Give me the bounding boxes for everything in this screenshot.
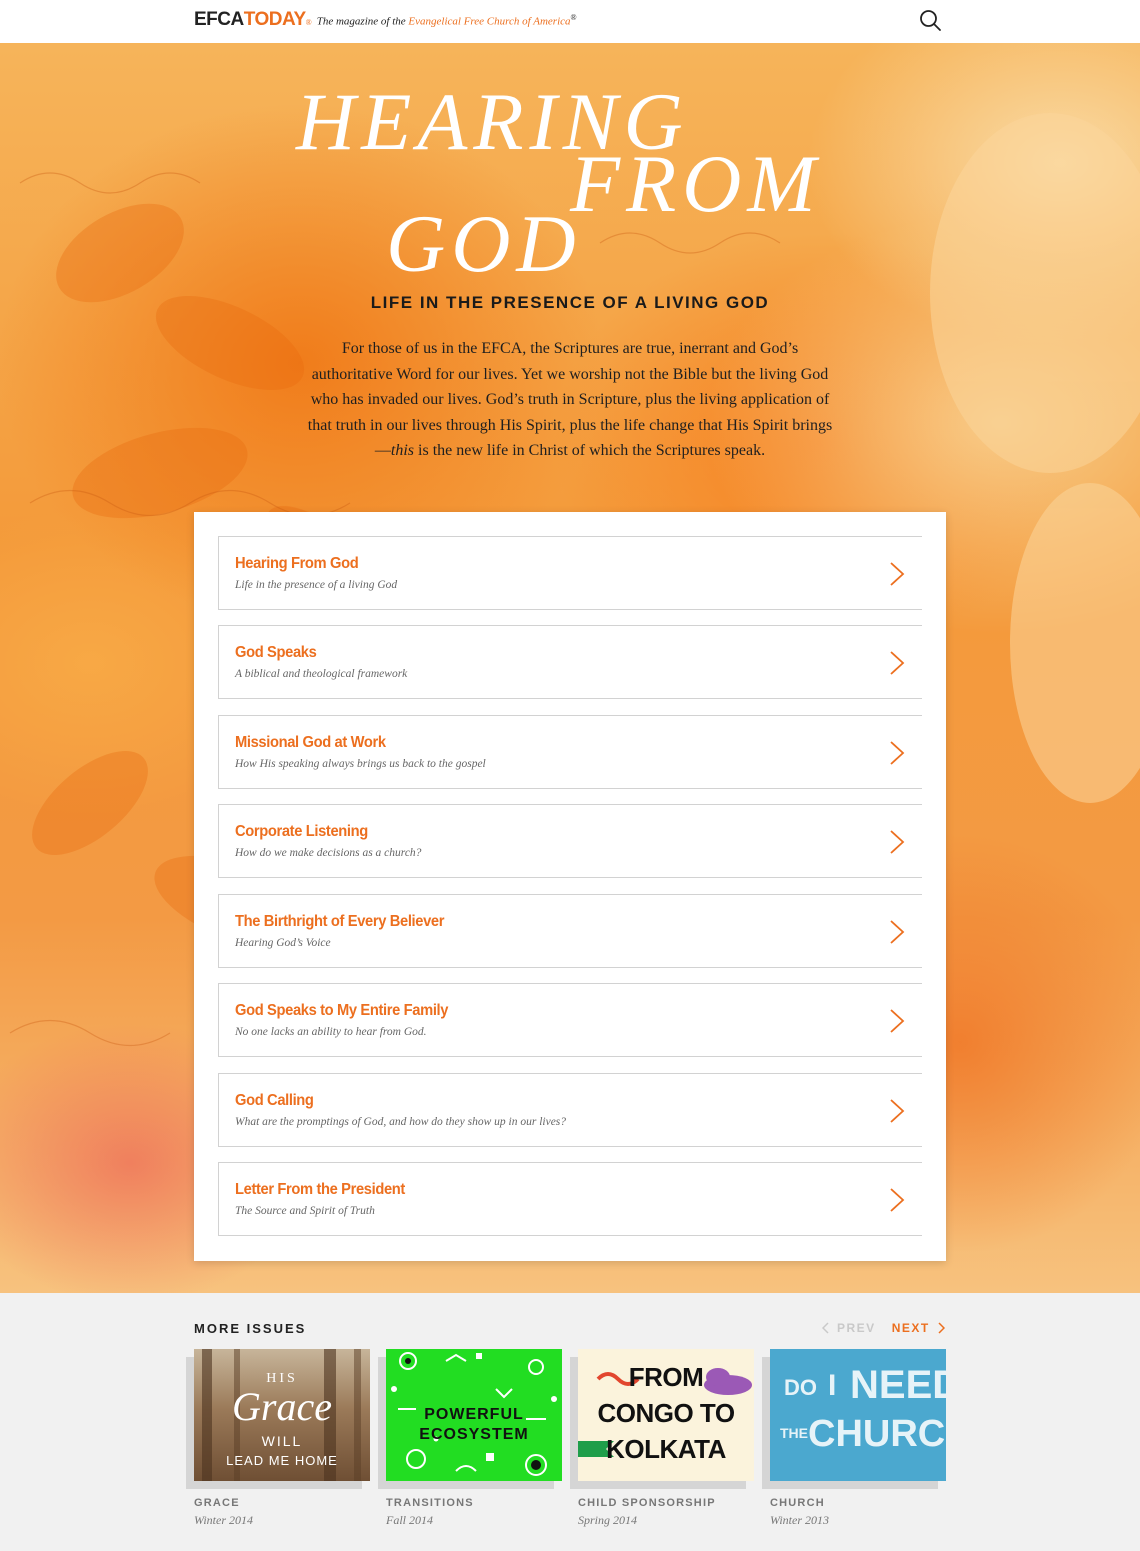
article-item[interactable]: God Speaks A biblical and theological fr… xyxy=(218,625,922,699)
tagline-registered-mark: ® xyxy=(570,13,577,23)
article-list: Hearing From God Life in the presence of… xyxy=(194,512,946,1261)
article-subtitle: The Source and Spirit of Truth xyxy=(235,1205,375,1217)
cover-text: CHURCH? xyxy=(808,1413,946,1455)
next-button[interactable]: NEXT xyxy=(892,1321,945,1335)
cover-text: NEED xyxy=(850,1363,946,1407)
article-item[interactable]: Missional God at Work How His speaking a… xyxy=(218,715,922,789)
hero-title: HEARING FROM GOD xyxy=(0,43,1140,289)
next-label: NEXT xyxy=(891,1321,930,1335)
prev-button[interactable]: PREV xyxy=(822,1321,876,1335)
top-bar: EFCA TODAY ® The magazine of the Evangel… xyxy=(0,0,1140,43)
issue-name: GRACE xyxy=(194,1497,240,1509)
cover-text: Grace xyxy=(232,1384,332,1429)
hero-subtitle: LIFE IN THE PRESENCE OF A LIVING GOD xyxy=(370,293,770,312)
cover-text: FROM xyxy=(628,1362,704,1392)
article-subtitle: Life in the presence of a living God xyxy=(235,579,398,591)
hero-title-line-3: GOD xyxy=(386,198,582,289)
issue-date: Fall 2014 xyxy=(386,1513,433,1527)
issue-name: TRANSITIONS xyxy=(386,1497,474,1509)
search-button[interactable] xyxy=(918,8,942,32)
cover-text: WILL xyxy=(261,1433,303,1449)
issue-date: Winter 2014 xyxy=(194,1513,253,1527)
more-issues-heading: MORE ISSUES xyxy=(194,1321,307,1336)
article-title: Missional God at Work xyxy=(235,734,386,751)
article-title: The Birthright of Every Believer xyxy=(235,913,445,930)
chevron-right-icon xyxy=(890,741,905,765)
article-title: God Speaks to My Entire Family xyxy=(235,1002,449,1019)
article-subtitle: How do we make decisions as a church? xyxy=(235,847,422,859)
article-title: God Calling xyxy=(235,1092,314,1109)
chevron-right-icon xyxy=(938,1322,945,1334)
article-item[interactable]: God Calling What are the promptings of G… xyxy=(218,1073,922,1147)
article-subtitle: Hearing God’s Voice xyxy=(235,937,331,949)
cover-text: POWERFUL xyxy=(424,1406,524,1423)
chevron-right-icon xyxy=(890,562,905,586)
chevron-right-icon xyxy=(890,1099,905,1123)
article-item[interactable]: Hearing From God Life in the presence of… xyxy=(218,536,922,610)
site-logo[interactable]: EFCA TODAY ® The magazine of the Evangel… xyxy=(194,9,577,31)
issue-date: Winter 2013 xyxy=(770,1513,829,1527)
article-item[interactable]: The Birthright of Every Believer Hearing… xyxy=(218,894,922,968)
site-tagline: The magazine of the Evangelical Free Chu… xyxy=(317,13,577,28)
issue-cover-church: DO I NEED THE CHURCH? xyxy=(770,1349,946,1481)
article-subtitle: What are the promptings of God, and how … xyxy=(235,1116,567,1128)
tagline-org[interactable]: Evangelical Free Church of America xyxy=(408,16,570,28)
cover-text: I xyxy=(828,1369,837,1402)
article-title: Corporate Listening xyxy=(235,823,368,840)
chevron-right-icon xyxy=(890,920,905,944)
issue-cover-grace: HIS Grace WILL LEAD ME HOME xyxy=(194,1349,370,1481)
chevron-right-icon xyxy=(890,1009,905,1033)
issue-pager: PREV NEXT xyxy=(822,1321,945,1335)
chevron-right-icon xyxy=(890,830,905,854)
chevron-left-icon xyxy=(822,1322,829,1334)
logo-registered-mark: ® xyxy=(305,18,312,27)
issue-name: CHILD SPONSORSHIP xyxy=(578,1497,716,1509)
cover-text: THE xyxy=(780,1425,808,1441)
article-item[interactable]: Corporate Listening How do we make decis… xyxy=(218,804,922,878)
article-subtitle: A biblical and theological framework xyxy=(235,668,408,680)
issue-cover-transitions: POWERFUL ECOSYSTEM xyxy=(386,1349,562,1481)
article-subtitle: No one lacks an ability to hear from God… xyxy=(235,1026,427,1038)
hero-title-line-2: FROM xyxy=(570,138,822,229)
tagline-prefix: The magazine of the xyxy=(316,16,409,28)
article-title: God Speaks xyxy=(235,644,317,661)
article-subtitle: How His speaking always brings us back t… xyxy=(235,758,486,770)
article-title: Hearing From God xyxy=(235,555,359,572)
issue-cover-child-sponsorship: FROM CONGO TO KOLKATA xyxy=(578,1349,754,1481)
cover-text: ECOSYSTEM xyxy=(419,1426,529,1443)
chevron-right-icon xyxy=(890,1188,905,1212)
issue-date: Spring 2014 xyxy=(578,1513,638,1527)
search-icon xyxy=(920,10,941,31)
cover-text: KOLKATA xyxy=(606,1434,726,1464)
prev-label: PREV xyxy=(837,1321,876,1335)
logo-efca: EFCA xyxy=(194,9,244,30)
article-title: Letter From the President xyxy=(235,1181,405,1198)
cover-text: CONGO TO xyxy=(597,1398,735,1428)
logo-today: TODAY xyxy=(243,9,306,30)
hero-intro: For those of us in the EFCA, the Scriptu… xyxy=(300,336,840,464)
chevron-right-icon xyxy=(890,651,905,675)
issue-name: CHURCH xyxy=(770,1497,825,1509)
article-item[interactable]: God Speaks to My Entire Family No one la… xyxy=(218,983,922,1057)
intro-emphasis: this xyxy=(390,442,415,459)
intro-text-2: is the new life in Christ of which the S… xyxy=(414,442,766,459)
cover-text: DO xyxy=(784,1375,817,1400)
cover-text: LEAD ME HOME xyxy=(226,1453,338,1468)
more-issues-section: MORE ISSUES PREV NEXT HIS Grace WILL LEA… xyxy=(0,1293,1140,1551)
article-item[interactable]: Letter From the President The Source and… xyxy=(218,1162,922,1236)
